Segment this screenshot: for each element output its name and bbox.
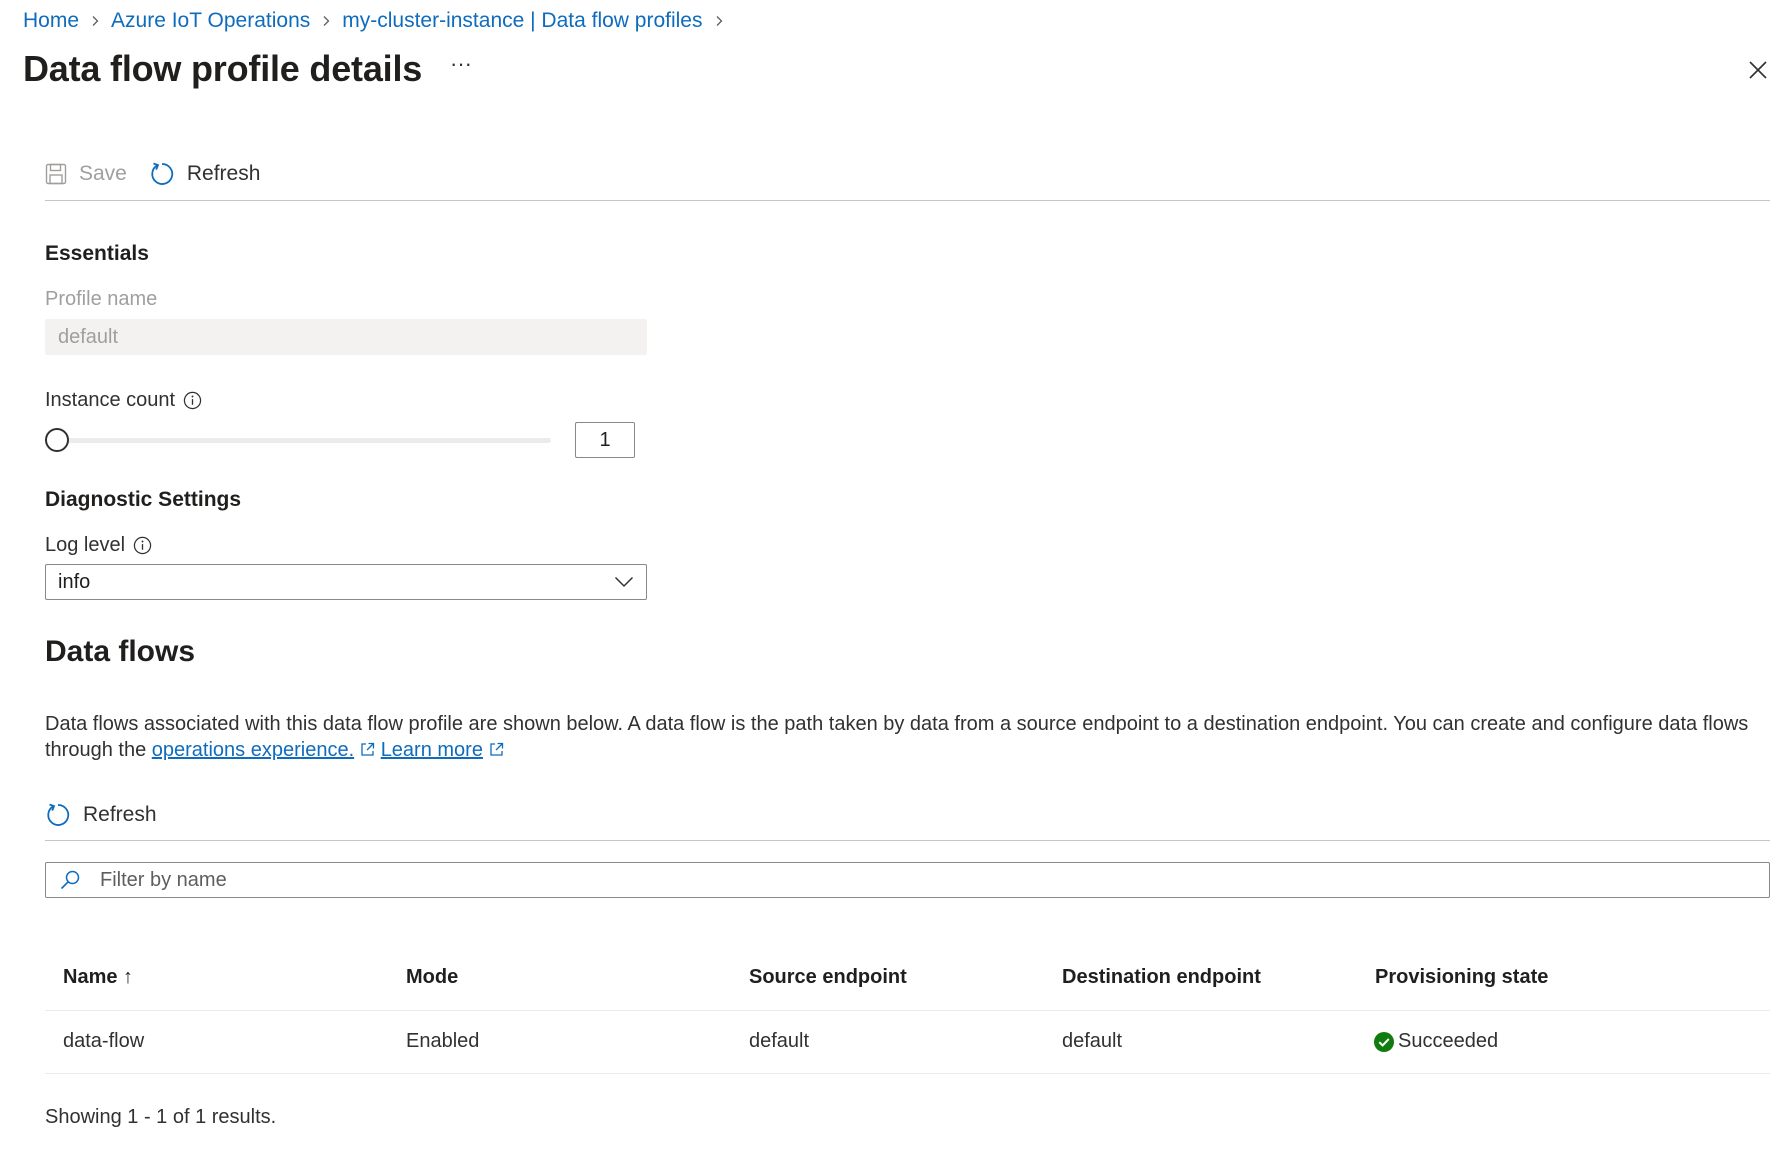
info-icon[interactable]: [183, 391, 202, 410]
more-actions-button[interactable]: ···: [446, 58, 476, 82]
refresh-icon: [149, 161, 175, 187]
cell-destination-endpoint: default: [1062, 1030, 1122, 1053]
instance-count-input[interactable]: [575, 422, 635, 458]
filter-by-name-input[interactable]: [98, 868, 1769, 893]
learn-more-link[interactable]: Learn more: [381, 739, 483, 761]
diagnostic-settings-heading: Diagnostic Settings: [45, 488, 241, 512]
cell-source-endpoint: default: [749, 1030, 809, 1053]
chevron-right-icon: [703, 8, 735, 34]
row-divider: [45, 1073, 1770, 1074]
data-flows-command-bar: Refresh: [45, 797, 179, 833]
column-header-destination-endpoint[interactable]: Destination endpoint: [1062, 966, 1261, 989]
log-level-label: Log level: [45, 534, 125, 557]
log-level-dropdown[interactable]: info: [45, 564, 647, 600]
results-count: Showing 1 - 1 of 1 results.: [45, 1106, 276, 1129]
refresh-button[interactable]: Refresh: [149, 161, 261, 187]
close-icon: [1748, 60, 1768, 80]
save-button[interactable]: Save: [45, 162, 127, 186]
column-header-mode[interactable]: Mode: [406, 966, 458, 989]
chevron-right-icon: [79, 8, 111, 34]
operations-experience-link[interactable]: operations experience.: [152, 739, 354, 761]
close-button[interactable]: [1744, 56, 1772, 84]
refresh-icon: [45, 802, 71, 828]
info-icon[interactable]: [133, 536, 152, 555]
cell-name[interactable]: data-flow: [63, 1030, 144, 1053]
profile-name-field: [45, 319, 647, 355]
header-divider: [45, 1010, 1770, 1011]
toolbar-divider: [45, 200, 1770, 201]
data-flows-toolbar-divider: [45, 840, 1770, 841]
breadcrumb: Home Azure IoT Operations my-cluster-ins…: [23, 8, 735, 34]
save-label: Save: [79, 162, 127, 186]
log-level-value: info: [58, 571, 90, 594]
external-link-icon: [360, 742, 375, 757]
success-check-icon: [1374, 1032, 1394, 1052]
command-bar: Save Refresh: [45, 156, 282, 192]
cell-provisioning-state: Succeeded: [1374, 1030, 1498, 1053]
data-flows-description: Data flows associated with this data flo…: [45, 711, 1765, 763]
data-flows-heading: Data flows: [45, 635, 195, 669]
log-level-label-row: Log level: [45, 534, 152, 557]
instance-count-slider-thumb[interactable]: [45, 428, 69, 452]
cell-mode: Enabled: [406, 1030, 479, 1053]
refresh-label: Refresh: [187, 162, 261, 186]
search-icon: [60, 870, 80, 890]
data-flows-refresh-button[interactable]: Refresh: [45, 802, 157, 828]
refresh-label: Refresh: [83, 803, 157, 827]
page-title: Data flow profile details: [23, 48, 422, 90]
status-text: Succeeded: [1398, 1030, 1498, 1053]
breadcrumb-home[interactable]: Home: [23, 9, 79, 33]
breadcrumb-data-flow-profiles[interactable]: my-cluster-instance | Data flow profiles: [342, 9, 702, 33]
instance-count-label: Instance count: [45, 389, 175, 412]
column-header-source-endpoint[interactable]: Source endpoint: [749, 966, 907, 989]
column-header-name[interactable]: Name ↑: [63, 966, 133, 989]
chevron-right-icon: [310, 8, 342, 34]
filter-box: [45, 862, 1770, 898]
save-icon: [45, 163, 67, 185]
external-link-icon: [489, 742, 504, 757]
breadcrumb-azure-iot-operations[interactable]: Azure IoT Operations: [111, 9, 310, 33]
chevron-down-icon: [614, 576, 634, 588]
profile-name-label: Profile name: [45, 288, 157, 311]
instance-count-label-row: Instance count: [45, 389, 202, 412]
essentials-heading: Essentials: [45, 242, 149, 266]
column-header-provisioning-state[interactable]: Provisioning state: [1375, 966, 1548, 989]
instance-count-slider-track[interactable]: [57, 438, 551, 443]
